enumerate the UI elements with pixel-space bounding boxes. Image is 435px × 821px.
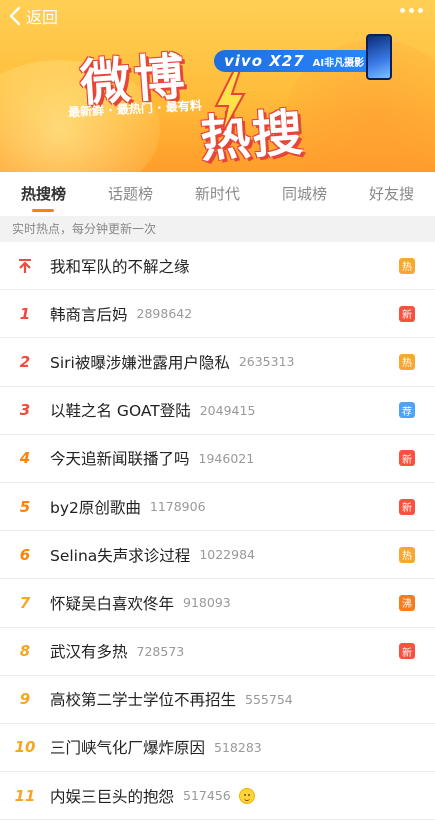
item-title: Siri被曝涉嫌泄露用户隐私 <box>50 353 230 372</box>
item-title: 怀疑吴白喜欢佟年 <box>50 594 175 613</box>
item-title: 今天追新闻联播了吗 <box>50 450 190 469</box>
item-rank: 5 <box>19 497 31 516</box>
list-item[interactable]: 6 Selina失声求诊过程 1022984 热 <box>0 531 435 580</box>
item-title: by2原创歌曲 <box>50 498 141 517</box>
item-rank: 11 <box>14 786 36 805</box>
tab-bar: 热搜榜 话题榜 新时代 同城榜 好友搜 <box>0 172 435 216</box>
recommend-badge: 荐 <box>399 402 415 419</box>
item-title: Selina失声求诊过程 <box>50 546 191 565</box>
item-count: 518283 <box>214 739 262 755</box>
tab-friends[interactable]: 好友搜 <box>365 172 418 216</box>
item-count: 918093 <box>183 595 231 611</box>
list-item[interactable]: 3 以鞋之名 GOAT登陆 2049415 荐 <box>0 387 435 435</box>
new-badge: 新 <box>399 498 415 515</box>
list-item[interactable]: 2 Siri被曝涉嫌泄露用户隐私 2635313 热 <box>0 338 435 387</box>
item-count: 555754 <box>245 691 293 707</box>
item-rank: 4 <box>19 449 31 468</box>
item-rank: 2 <box>19 352 31 371</box>
item-count: 2049415 <box>199 402 256 418</box>
list-item[interactable]: 7 怀疑吴白喜欢佟年 918093 沸 <box>0 579 435 628</box>
chevron-left-icon <box>9 6 21 26</box>
sponsor-brand: vivo X27 <box>224 52 305 70</box>
boil-badge: 沸 <box>399 594 415 611</box>
sponsor-ad[interactable]: vivo X27 AI非凡摄影 <box>214 50 390 72</box>
phone-image <box>366 34 392 80</box>
hot-search-banner: 返回 微博 热搜 最新鲜 · 最热门 · 最有料 vivo X27 AI非凡摄影 <box>0 0 435 172</box>
item-count: 1946021 <box>198 450 255 466</box>
pinned-icon <box>0 257 50 275</box>
item-count: 517456 <box>183 788 231 804</box>
hot-badge: 热 <box>399 257 415 274</box>
item-title: 武汉有多热 <box>50 643 128 662</box>
item-title: 以鞋之名 GOAT登陆 <box>50 402 191 421</box>
back-label: 返回 <box>26 8 59 27</box>
item-rank: 7 <box>19 593 31 612</box>
list-item[interactable]: 5 by2原创歌曲 1178906 新 <box>0 483 435 532</box>
item-rank: 1 <box>19 304 31 323</box>
item-rank: 3 <box>19 401 31 420</box>
lightning-icon <box>214 70 246 134</box>
update-notice: 实时热点，每分钟更新一次 <box>0 216 435 242</box>
new-badge: 新 <box>399 305 415 322</box>
list-item[interactable]: 我和军队的不解之缘 热 <box>0 242 435 291</box>
sponsor-tag: AI非凡摄影 <box>312 57 365 69</box>
tab-new-era[interactable]: 新时代 <box>191 172 244 216</box>
item-rank: 8 <box>19 642 31 661</box>
item-count: 1022984 <box>199 547 255 563</box>
item-count: 728573 <box>136 643 185 659</box>
item-rank: 9 <box>19 690 31 709</box>
list-item[interactable]: 4 今天追新闻联播了吗 1946021 新 <box>0 435 435 483</box>
item-count: 2635313 <box>238 354 295 370</box>
more-options-icon[interactable] <box>400 8 423 13</box>
list-item[interactable]: 8 武汉有多热 728573 新 <box>0 628 435 676</box>
tab-hot-search[interactable]: 热搜榜 <box>17 172 70 216</box>
list-item[interactable]: 9 高校第二学士学位不再招生 555754 <box>0 676 435 724</box>
list-item[interactable]: 10 三门峡气化厂爆炸原因 518283 <box>0 724 435 773</box>
tab-local[interactable]: 同城榜 <box>278 172 331 216</box>
list-item[interactable]: 11 内娱三巨头的抱怨 517456 <box>0 772 435 821</box>
item-count: 2898642 <box>136 306 193 322</box>
item-title: 内娱三巨头的抱怨 <box>50 787 175 806</box>
hot-badge: 热 <box>399 353 415 370</box>
new-badge: 新 <box>399 643 415 660</box>
hot-badge: 热 <box>399 546 415 563</box>
item-rank: 6 <box>19 545 31 564</box>
tab-topics[interactable]: 话题榜 <box>104 172 157 216</box>
back-button[interactable]: 返回 <box>8 4 58 28</box>
item-rank: 10 <box>14 738 36 757</box>
item-title: 三门峡气化厂爆炸原因 <box>50 739 206 758</box>
item-title: 韩商言后妈 <box>50 305 128 324</box>
hot-search-list: 我和军队的不解之缘 热 1 韩商言后妈 2898642 新 2 Siri被曝涉嫌… <box>0 242 435 821</box>
item-title: 高校第二学士学位不再招生 <box>50 691 237 710</box>
smile-emoji-icon <box>238 787 255 804</box>
list-item[interactable]: 1 韩商言后妈 2898642 新 <box>0 290 435 339</box>
item-title: 我和军队的不解之缘 <box>50 257 190 276</box>
new-badge: 新 <box>399 450 415 467</box>
item-count: 1178906 <box>149 499 206 515</box>
